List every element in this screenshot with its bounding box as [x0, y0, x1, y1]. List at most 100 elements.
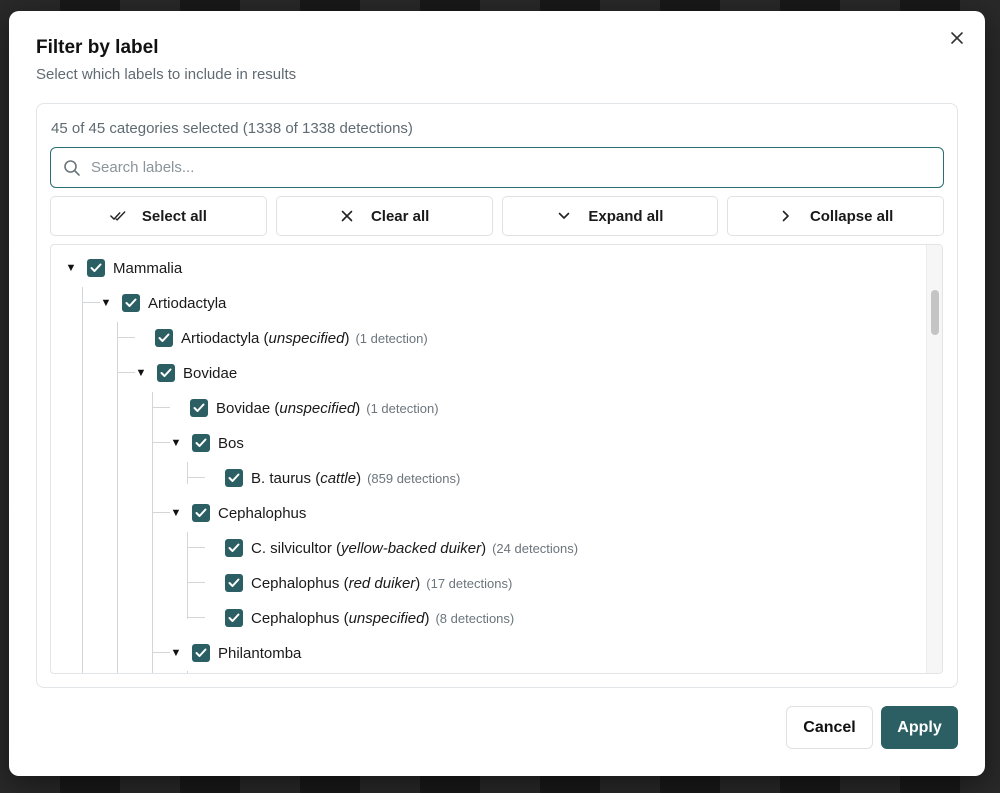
checkmark-icon: [228, 613, 240, 622]
cancel-button[interactable]: Cancel: [786, 706, 873, 749]
tree-connector: [117, 337, 135, 338]
scrollbar-thumb[interactable]: [931, 290, 939, 335]
apply-button[interactable]: Apply: [881, 706, 958, 749]
checkmark-icon: [195, 508, 207, 517]
checkbox-checked[interactable]: [157, 364, 175, 382]
tree-connector: [152, 512, 170, 513]
tree-connector: [187, 477, 205, 478]
search-input[interactable]: [91, 159, 911, 176]
node-label: Philantomba: [218, 644, 302, 662]
checkbox-checked[interactable]: [87, 259, 105, 277]
checkbox-checked[interactable]: [122, 294, 140, 312]
node-label: Mammalia: [113, 259, 183, 277]
tree-node-bos: ▼ Bos: [170, 431, 244, 455]
node-label: Cephalophus: [218, 504, 307, 522]
tree-node-mammalia: ▼ Mammalia: [65, 256, 182, 280]
search-box: [50, 147, 944, 188]
tree-guide: [117, 322, 118, 673]
checkmark-icon: [125, 298, 137, 307]
tree-toolbar: Select all Clear all Expand all Collapse…: [50, 196, 944, 236]
clear-all-button[interactable]: Clear all: [275, 196, 493, 236]
tree-connector: [152, 407, 170, 408]
tree-connector: [187, 547, 205, 548]
select-all-button[interactable]: Select all: [50, 196, 267, 236]
checkmark-icon: [195, 648, 207, 657]
checkmark-icon: [90, 263, 102, 272]
expand-triangle-icon[interactable]: ▼: [65, 262, 77, 274]
expand-all-label: Expand all: [588, 207, 664, 225]
search-icon: [63, 159, 81, 177]
tree-connector: [187, 582, 205, 583]
tree-node-cephalophus: ▼ Cephalophus: [170, 501, 306, 525]
expand-triangle-icon[interactable]: ▼: [135, 367, 147, 379]
collapse-all-label: Collapse all: [809, 207, 894, 225]
tree-guide: [187, 671, 188, 673]
checkmark-icon: [228, 543, 240, 552]
tree-guide: [152, 392, 153, 673]
clear-all-label: Clear all: [370, 207, 430, 225]
double-check-icon: [110, 208, 126, 224]
tree-leaf-b-taurus: B. taurus (cattle) (859 detections): [225, 466, 460, 490]
node-label: Bovidae: [183, 364, 238, 382]
checkbox-checked[interactable]: [225, 539, 243, 557]
checkbox-checked[interactable]: [225, 469, 243, 487]
node-label: Bovidae (unspecified): [216, 399, 361, 417]
close-icon: [339, 208, 355, 224]
checkbox-checked[interactable]: [225, 574, 243, 592]
tree-guide: [187, 462, 188, 484]
filter-dialog: Filter by label Select which labels to i…: [9, 11, 985, 776]
tree-leaf-cephalophus-red-duiker: Cephalophus (red duiker) (17 detections): [225, 571, 512, 595]
close-icon: [951, 32, 963, 44]
collapse-all-button[interactable]: Collapse all: [727, 196, 944, 236]
node-label: C. silvicultor (yellow-backed duiker): [251, 539, 487, 557]
detection-count: (24 detections): [492, 540, 579, 556]
checkmark-icon: [160, 368, 172, 377]
checkbox-checked[interactable]: [192, 434, 210, 452]
tree-scrollbar[interactable]: [926, 245, 942, 673]
node-label: Bos: [218, 434, 244, 452]
chevron-down-icon: [556, 208, 572, 224]
tree-connector: [152, 652, 170, 653]
expand-triangle-icon[interactable]: ▼: [170, 507, 182, 519]
node-label: Artiodactyla (unspecified): [181, 329, 350, 347]
detection-count: (1 detection): [355, 330, 428, 346]
tree-leaf-bovidae-unspecified: Bovidae (unspecified) (1 detection): [190, 396, 439, 420]
tree-connector: [117, 372, 135, 373]
node-label: B. taurus (cattle): [251, 469, 362, 487]
checkbox-checked[interactable]: [190, 399, 208, 417]
tree-guide: [82, 287, 83, 673]
selection-summary: 45 of 45 categories selected (1338 of 13…: [51, 120, 413, 137]
checkbox-checked[interactable]: [192, 504, 210, 522]
close-button[interactable]: [946, 27, 968, 49]
tree-node-philantomba: ▼ Philantomba: [170, 641, 301, 665]
tree-connector: [187, 617, 205, 618]
checkbox-checked[interactable]: [225, 609, 243, 627]
node-label: Artiodactyla: [148, 294, 227, 312]
chevron-right-icon: [778, 208, 794, 224]
expand-triangle-icon[interactable]: ▼: [170, 437, 182, 449]
expand-all-button[interactable]: Expand all: [501, 196, 719, 236]
tree-connector: [82, 302, 100, 303]
tree-leaf-cephalophus-unspecified: Cephalophus (unspecified) (8 detections): [225, 606, 514, 630]
checkmark-icon: [228, 578, 240, 587]
select-all-label: Select all: [141, 207, 207, 225]
checkmark-icon: [193, 403, 205, 412]
checkmark-icon: [158, 333, 170, 342]
node-label: Cephalophus (unspecified): [251, 609, 430, 627]
expand-triangle-icon[interactable]: ▼: [170, 647, 182, 659]
tree-guide: [187, 532, 188, 619]
tree-leaf-artiodactyla-unspecified: Artiodactyla (unspecified) (1 detection): [155, 326, 428, 350]
tree-leaf-c-silvicultor: C. silvicultor (yellow-backed duiker) (2…: [225, 536, 578, 560]
expand-triangle-icon[interactable]: ▼: [100, 297, 112, 309]
checkbox-checked[interactable]: [192, 644, 210, 662]
checkmark-icon: [228, 473, 240, 482]
dialog-subtitle: Select which labels to include in result…: [36, 66, 297, 83]
checkbox-checked[interactable]: [155, 329, 173, 347]
detection-count: (8 detections): [435, 610, 515, 626]
detection-count: (17 detections): [426, 575, 513, 591]
label-tree: ▼ Mammalia ▼ Artiodactyla Artiodactyla (…: [50, 244, 943, 674]
tree-node-bovidae: ▼ Bovidae: [135, 361, 237, 385]
tree-node-artiodactyla: ▼ Artiodactyla: [100, 291, 226, 315]
detection-count: (1 detection): [366, 400, 439, 416]
node-label: Cephalophus (red duiker): [251, 574, 421, 592]
